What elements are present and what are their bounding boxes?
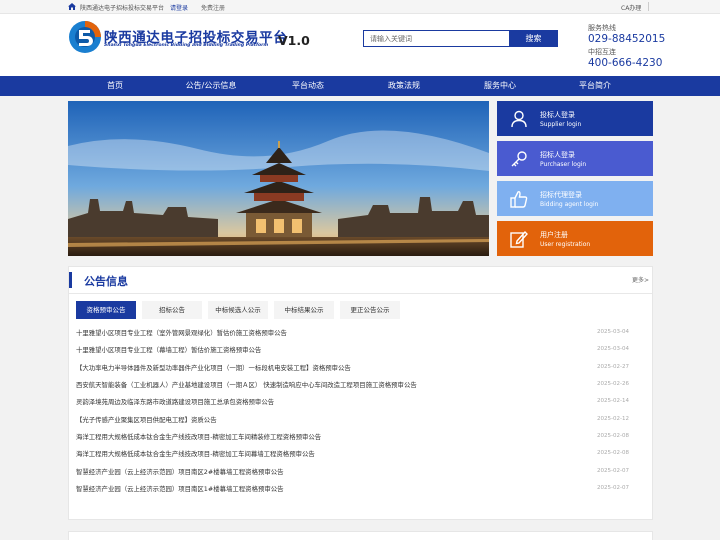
notice-row-title[interactable]: 智慧经济产业园（云上经济示范园）项目南区2#楼幕墙工程资格预审公告: [76, 467, 284, 476]
notice-row[interactable]: 西安航天智能装备（工业机器人）产业基地建设项目（一期Ａ区） 快速制造响应中心车间…: [76, 378, 631, 392]
card-label: 招标代理登录: [540, 191, 582, 199]
agent-login-button[interactable]: 招标代理登录 Bidding agent login: [497, 181, 653, 216]
notice-row[interactable]: 海洋工程用大规格低成本钛合金生产线技改项目-精密加工车间精装修工程资格预审公告 …: [76, 430, 631, 444]
notice-row[interactable]: 灵韵泽境苑周边及临泽东路市政道路建设项目施工总承包资格预审公告 2025-02-…: [76, 395, 631, 409]
zhongzhao-label: 中招互连: [588, 48, 616, 56]
notice-row-date: 2025-03-04: [597, 329, 629, 335]
notice-row-title[interactable]: 十里雅望小区项目专业工程（室外管网景观绿化）暂估价施工资格预审公告: [76, 328, 287, 337]
notice-row-date: 2025-02-07: [597, 468, 629, 474]
notice-title: 公告信息: [84, 275, 128, 288]
notice-row-date: 2025-02-08: [597, 450, 629, 456]
notice-row[interactable]: 【光子传感产业聚集区项目供配电工程】资质公告 2025-02-12: [76, 413, 631, 427]
purchaser-login-button[interactable]: 招标人登录 Purchaser login: [497, 141, 653, 176]
card-label-en: User registration: [540, 241, 591, 248]
nav-service-center[interactable]: 服务中心: [484, 76, 516, 96]
hotline-label: 服务热线: [588, 24, 616, 32]
nav-notices[interactable]: 公告/公示信息: [186, 76, 237, 96]
notice-row-title[interactable]: 海洋工程用大规格低成本钛合金生产线技改项目-精密加工车间幕墙工程资格预审公告: [76, 449, 315, 458]
header: 陕西通达电子招投标交易平台 Shanxi Tongda Electronic B…: [0, 14, 720, 76]
notice-row-date: 2025-02-07: [597, 485, 629, 491]
next-section-panel: [68, 531, 653, 540]
notice-row-title[interactable]: 【光子传感产业聚集区项目供配电工程】资质公告: [76, 415, 217, 424]
card-label: 招标人登录: [540, 151, 575, 159]
notice-row-title[interactable]: 【大功率电力半导体器件及新型功率器件产业化项目（一期）一标段机电安装工程】资格预…: [76, 363, 351, 372]
zhongzhao-number: 400-666-4230: [588, 57, 663, 69]
tab-results[interactable]: 中标结果公示: [274, 301, 334, 319]
register-link[interactable]: 免费注册: [201, 3, 225, 12]
search-input[interactable]: [363, 30, 510, 47]
divider: [69, 293, 652, 294]
notice-row[interactable]: 海洋工程用大规格低成本钛合金生产线技改项目-精密加工车间幕墙工程资格预审公告 2…: [76, 447, 631, 461]
card-label-en: Bidding agent login: [540, 201, 599, 208]
nav-home[interactable]: 首页: [107, 76, 123, 96]
notice-row-date: 2025-02-27: [597, 364, 629, 370]
supplier-login-button[interactable]: 投标人登录 Supplier login: [497, 101, 653, 136]
card-label-en: Supplier login: [540, 121, 582, 128]
notice-row-date: 2025-02-26: [597, 381, 629, 387]
bell-tower-illustration: [68, 101, 489, 256]
platform-subtitle: Shanxi Tongda Electronic Bidding and Bid…: [104, 43, 269, 48]
notice-row[interactable]: 【大功率电力半导体器件及新型功率器件产业化项目（一期）一标段机电安装工程】资格预…: [76, 361, 631, 375]
tab-corrections[interactable]: 更正公告公示: [340, 301, 400, 319]
version-label: V1.0: [278, 33, 310, 48]
notice-row[interactable]: 十里雅望小区项目专业工程（幕墙工程）暂估价施工资格预审公告 2025-03-04: [76, 343, 631, 357]
notice-row-title[interactable]: 海洋工程用大规格低成本钛合金生产线技改项目-精密加工车间精装修工程资格预审公告: [76, 432, 321, 441]
search-button[interactable]: 搜索: [509, 30, 558, 47]
key-icon: [511, 151, 527, 167]
ca-link[interactable]: CA办理: [621, 3, 641, 12]
notice-row-title[interactable]: 灵韵泽境苑周边及临泽东路市政道路建设项目施工总承包资格预审公告: [76, 397, 274, 406]
title-accent-bar: [69, 272, 72, 288]
card-label: 投标人登录: [540, 111, 575, 119]
notice-row[interactable]: 十里雅望小区项目专业工程（室外管网景观绿化）暂估价施工资格预审公告 2025-0…: [76, 326, 631, 340]
user-register-button[interactable]: 用户注册 User registration: [497, 221, 653, 256]
nav-platform-news[interactable]: 平台动态: [292, 76, 324, 96]
nav-policies[interactable]: 政策法规: [388, 76, 420, 96]
more-link[interactable]: 更多>: [632, 275, 649, 284]
card-label: 用户注册: [540, 231, 568, 239]
banner-image: [68, 101, 489, 256]
notice-row-date: 2025-03-04: [597, 346, 629, 352]
thumbs-up-icon: [510, 191, 528, 208]
tab-prequalification[interactable]: 资格预审公告: [76, 301, 136, 319]
logo-icon[interactable]: [68, 20, 102, 54]
notice-row[interactable]: 智慧经济产业园（云上经济示范园）项目南区2#楼幕墙工程资格预审公告 2025-0…: [76, 465, 631, 479]
tab-candidates[interactable]: 中标候选人公示: [208, 301, 268, 319]
notice-row-title[interactable]: 西安航天智能装备（工业机器人）产业基地建设项目（一期Ａ区） 快速制造响应中心车间…: [76, 380, 417, 389]
site-name: 陕西通达电子招标投标交易平台: [80, 5, 165, 12]
nav-about[interactable]: 平台简介: [579, 76, 611, 96]
top-bar: 陕西通达电子招标投标交易平台 请登录 免费注册 CA办理: [0, 0, 720, 14]
divider: [648, 2, 649, 11]
login-link[interactable]: 请登录: [170, 3, 188, 12]
main-nav: 首页 公告/公示信息 平台动态 政策法规 服务中心 平台简介: [0, 76, 720, 96]
notice-row-date: 2025-02-14: [597, 398, 629, 404]
card-label-en: Purchaser login: [540, 161, 587, 168]
notice-panel: 公告信息 更多> 资格预审公告 招标公告 中标候选人公示 中标结果公示 更正公告…: [68, 266, 653, 520]
hotline-number: 029-88452015: [588, 33, 666, 45]
home-icon: [68, 3, 76, 10]
user-icon: [511, 110, 527, 128]
tab-tender[interactable]: 招标公告: [142, 301, 202, 319]
notice-row-date: 2025-02-12: [597, 416, 629, 422]
edit-icon: [510, 230, 528, 248]
notice-row-title[interactable]: 十里雅望小区项目专业工程（幕墙工程）暂估价施工资格预审公告: [76, 345, 261, 354]
notice-row-date: 2025-02-08: [597, 433, 629, 439]
notice-row-title[interactable]: 智慧经济产业园（云上经济示范园）项目南区1#楼幕墙工程资格预审公告: [76, 484, 284, 493]
notice-row[interactable]: 智慧经济产业园（云上经济示范园）项目南区1#楼幕墙工程资格预审公告 2025-0…: [76, 482, 631, 496]
